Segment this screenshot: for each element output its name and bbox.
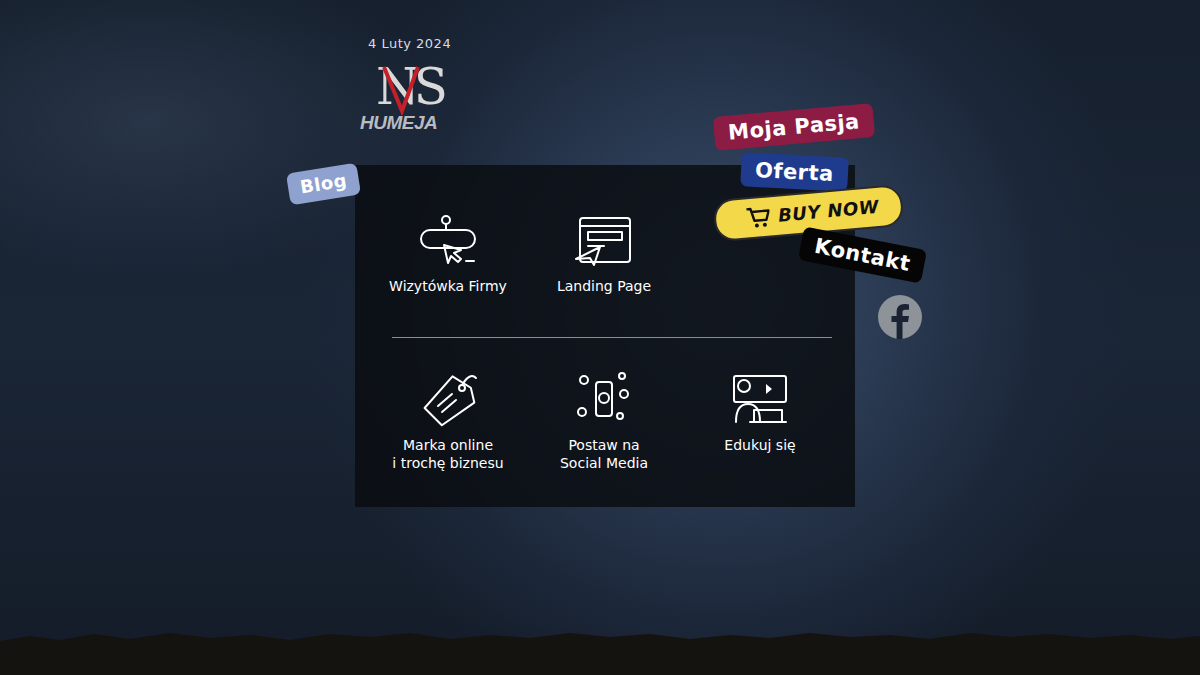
service-item[interactable]: Marka online i trochę biznesu xyxy=(370,372,526,472)
nav-label: Oferta xyxy=(754,157,834,187)
social-media-icon xyxy=(574,372,634,428)
nav-link[interactable]: Oferta xyxy=(740,152,848,192)
service-label: Marka online i trochę biznesu xyxy=(392,436,503,472)
service-label: Wizytówka Firmy xyxy=(389,277,507,295)
logo-v-icon xyxy=(378,63,422,115)
site-logo[interactable]: NSHUMEJA xyxy=(376,61,456,133)
service-item[interactable]: Postaw na Social Media xyxy=(526,372,682,472)
post-date: 4 Luty 2024 xyxy=(368,36,1200,51)
service-label: Postaw na Social Media xyxy=(560,436,648,472)
facebook-icon[interactable] xyxy=(878,295,922,339)
nav-label: BUY NOW xyxy=(777,194,880,229)
service-label: Landing Page xyxy=(557,277,651,295)
landing-page-icon xyxy=(574,215,634,271)
service-label: Edukuj się xyxy=(724,436,795,454)
separator xyxy=(392,337,832,338)
web-address-icon xyxy=(418,215,478,271)
service-item[interactable]: Landing Page xyxy=(526,215,682,295)
service-item[interactable]: Edukuj się xyxy=(682,372,838,472)
torn-edge xyxy=(0,627,1200,675)
cart-icon xyxy=(745,204,771,230)
header: 4 Luty 2024 NSHUMEJA xyxy=(0,0,1200,133)
services-row: Marka online i trochę biznesu Postaw na S… xyxy=(370,372,855,472)
service-item[interactable]: Wizytówka Firmy xyxy=(370,215,526,295)
education-icon xyxy=(730,372,790,428)
price-tag-icon xyxy=(418,372,478,428)
logo-name: HUMEJA xyxy=(360,113,456,133)
